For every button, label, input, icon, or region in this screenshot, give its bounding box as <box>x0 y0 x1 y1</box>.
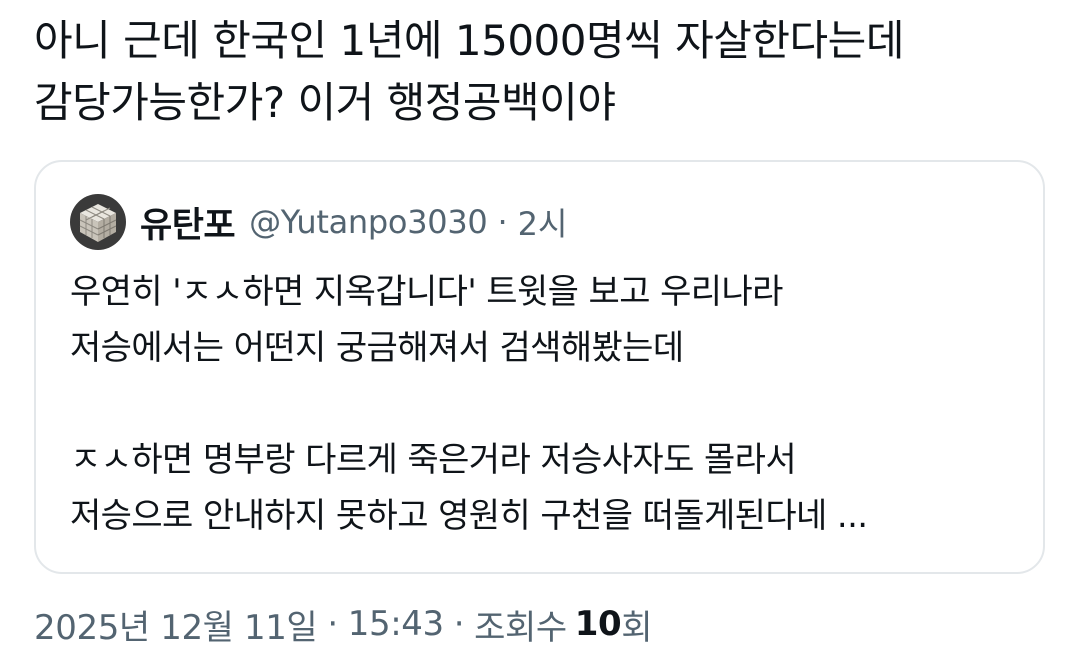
post: 아니 근데 한국인 1년에 15000명씩 자살한다는데 감당가능한가? 이거 … <box>0 0 1080 651</box>
views-count[interactable]: 10 <box>575 604 622 644</box>
quoted-post-time[interactable]: 2시 <box>518 199 568 245</box>
quoted-text-line: ㅈㅅ하면 명부랑 다르게 죽은거라 저승사자도 몰라서 <box>70 440 797 480</box>
dot-separator: · <box>497 203 508 241</box>
quoted-author-name[interactable]: 유탄포 <box>140 197 236 248</box>
dice-cube-avatar-icon[interactable] <box>70 194 126 250</box>
post-clock[interactable]: 15:43 <box>348 604 444 644</box>
quoted-text-line: 저승에서는 어떤지 궁금해져서 검색해봤는데 <box>70 328 684 368</box>
quoted-author-handle[interactable]: @Yutanpo3030 <box>249 203 488 241</box>
post-text: 아니 근데 한국인 1년에 15000명씩 자살한다는데 감당가능한가? 이거 … <box>34 16 904 127</box>
quoted-text-line: 저승으로 안내하지 못하고 영원히 구천을 떠돌게된다네 ... <box>70 496 868 536</box>
quoted-text-line: 우연히 'ㅈㅅ하면 지옥갑니다' 트윗을 보고 우리나라 <box>70 272 783 312</box>
quoted-post-card[interactable]: 유탄포 @Yutanpo3030 · 2시 우연히 'ㅈㅅ하면 지옥갑니다' 트… <box>34 160 1045 574</box>
views-unit: 회 <box>621 607 653 648</box>
quoted-text-blank-line <box>70 376 1020 432</box>
dot-separator: · <box>327 604 338 644</box>
post-metadata: 2025년 12월 11일 · 15:43 · 조회수 10 회 <box>34 596 653 652</box>
post-date[interactable]: 2025년 12월 11일 <box>34 600 318 649</box>
dot-separator: · <box>453 604 465 644</box>
quoted-post-header: 유탄포 @Yutanpo3030 · 2시 <box>70 192 567 252</box>
views-label: 조회수 <box>474 607 567 648</box>
quoted-post-text: 우연히 'ㅈㅅ하면 지옥갑니다' 트윗을 보고 우리나라 저승에서는 어떤지 궁… <box>70 264 1020 544</box>
